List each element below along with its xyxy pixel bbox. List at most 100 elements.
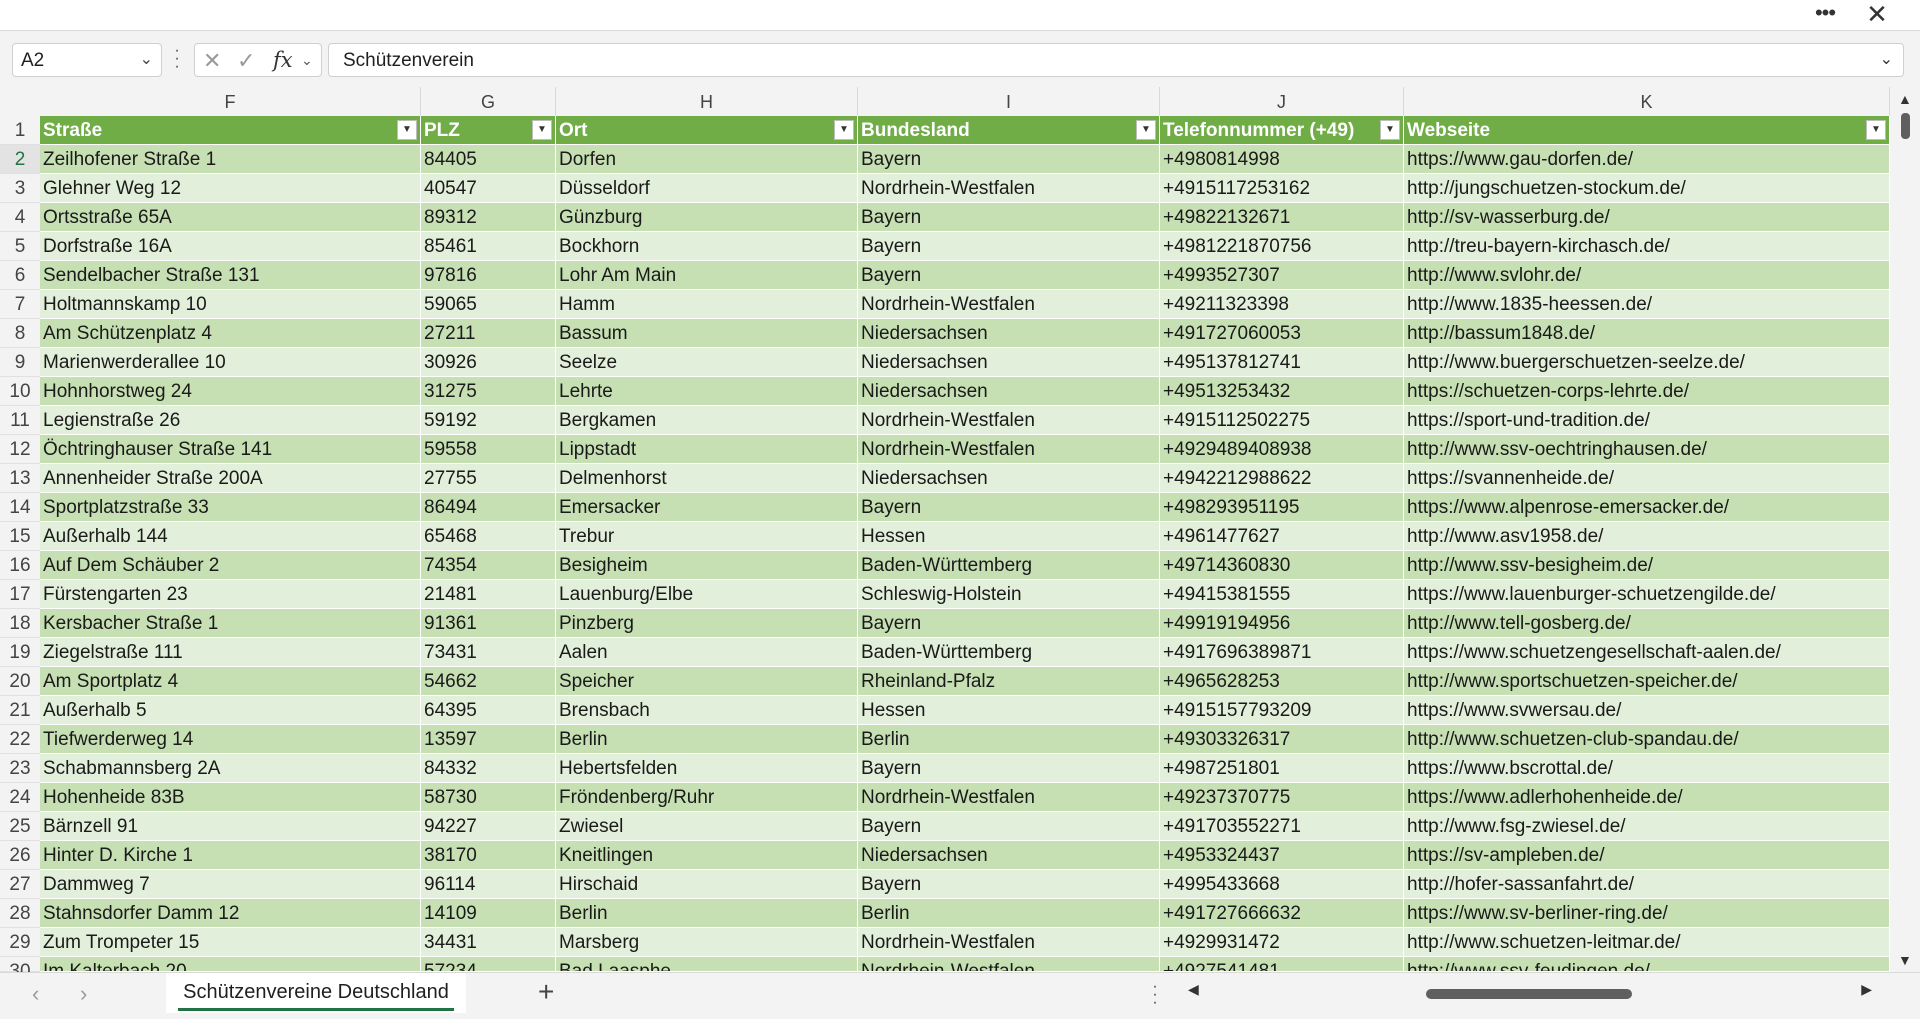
table-cell[interactable]: +4942212988622 (1160, 464, 1404, 493)
table-cell[interactable]: 84405 (421, 145, 556, 174)
table-cell[interactable]: https://www.gau-dorfen.de/ (1404, 145, 1890, 174)
vertical-scrollbar[interactable]: ▲ ▼ (1890, 87, 1920, 972)
checkmark-icon[interactable]: ✓ (237, 48, 255, 74)
row-header[interactable]: 29 (0, 928, 40, 957)
row-header[interactable]: 25 (0, 812, 40, 841)
table-cell[interactable]: Rheinland-Pfalz (858, 667, 1160, 696)
table-cell[interactable]: +4915117253162 (1160, 174, 1404, 203)
table-cell[interactable]: +4915112502275 (1160, 406, 1404, 435)
table-cell[interactable]: http://treu-bayern-kirchasch.de/ (1404, 232, 1890, 261)
row-header[interactable]: 26 (0, 841, 40, 870)
table-cell[interactable]: http://hofer-sassanfahrt.de/ (1404, 870, 1890, 899)
table-cell[interactable]: Bockhorn (556, 232, 858, 261)
table-cell[interactable]: +4987251801 (1160, 754, 1404, 783)
table-cell[interactable]: +49237370775 (1160, 783, 1404, 812)
table-cell[interactable]: Ziegelstraße 111 (40, 638, 421, 667)
table-cell[interactable]: Berlin (556, 899, 858, 928)
table-cell[interactable]: https://sv-ampleben.de/ (1404, 841, 1890, 870)
table-cell[interactable]: Niedersachsen (858, 841, 1160, 870)
table-cell[interactable]: +4953324437 (1160, 841, 1404, 870)
table-cell[interactable]: 30926 (421, 348, 556, 377)
table-cell[interactable]: Dorfstraße 16A (40, 232, 421, 261)
row-header[interactable]: 11 (0, 406, 40, 435)
table-cell[interactable]: Nordrhein-Westfalen (858, 174, 1160, 203)
table-cell[interactable]: +4915157793209 (1160, 696, 1404, 725)
table-cell[interactable]: Düsseldorf (556, 174, 858, 203)
table-header-cell[interactable]: Webseite ▼ (1404, 116, 1890, 145)
table-cell[interactable]: Dammweg 7 (40, 870, 421, 899)
table-cell[interactable]: Niedersachsen (858, 377, 1160, 406)
row-header[interactable]: 1 (0, 116, 40, 145)
row-header[interactable]: 7 (0, 290, 40, 319)
vertical-dots-icon[interactable]: · · · (1150, 979, 1160, 1011)
table-cell[interactable]: Dorfen (556, 145, 858, 174)
table-cell[interactable]: http://bassum1848.de/ (1404, 319, 1890, 348)
table-cell[interactable]: https://www.bscrottal.de/ (1404, 754, 1890, 783)
table-cell[interactable]: Berlin (858, 899, 1160, 928)
table-cell[interactable]: http://www.ssv-feudingen.de/ (1404, 957, 1890, 972)
table-cell[interactable]: Hirschaid (556, 870, 858, 899)
table-cell[interactable]: Emersacker (556, 493, 858, 522)
table-cell[interactable]: Außerhalb 144 (40, 522, 421, 551)
sheet-tab-active[interactable]: Schützenvereine Deutschland (166, 973, 466, 1013)
table-cell[interactable]: Nordrhein-Westfalen (858, 406, 1160, 435)
table-cell[interactable]: 89312 (421, 203, 556, 232)
row-header[interactable]: 24 (0, 783, 40, 812)
row-header[interactable]: 28 (0, 899, 40, 928)
scroll-up-icon[interactable]: ▲ (1898, 91, 1912, 107)
table-cell[interactable]: Bergkamen (556, 406, 858, 435)
table-cell[interactable]: Legienstraße 26 (40, 406, 421, 435)
table-cell[interactable]: +4965628253 (1160, 667, 1404, 696)
table-cell[interactable]: Marienwerderallee 10 (40, 348, 421, 377)
table-cell[interactable]: +491727060053 (1160, 319, 1404, 348)
table-cell[interactable]: Lehrte (556, 377, 858, 406)
table-cell[interactable]: Bayern (858, 870, 1160, 899)
table-cell[interactable]: +4929931472 (1160, 928, 1404, 957)
table-cell[interactable]: Annenheider Straße 200A (40, 464, 421, 493)
table-cell[interactable]: Pinzberg (556, 609, 858, 638)
table-cell[interactable]: https://www.adlerhohenheide.de/ (1404, 783, 1890, 812)
table-cell[interactable]: Nordrhein-Westfalen (858, 783, 1160, 812)
table-cell[interactable]: Niedersachsen (858, 464, 1160, 493)
select-all-corner[interactable] (0, 87, 41, 116)
table-cell[interactable]: Besigheim (556, 551, 858, 580)
table-cell[interactable]: Schleswig-Holstein (858, 580, 1160, 609)
table-cell[interactable]: https://www.sv-berliner-ring.de/ (1404, 899, 1890, 928)
table-cell[interactable]: http://www.ssv-oechtringhausen.de/ (1404, 435, 1890, 464)
table-cell[interactable]: 65468 (421, 522, 556, 551)
scroll-left-icon[interactable]: ◀ (1188, 981, 1199, 998)
table-cell[interactable]: 13597 (421, 725, 556, 754)
row-header[interactable]: 17 (0, 580, 40, 609)
column-header[interactable]: J (1160, 87, 1404, 116)
table-cell[interactable]: 34431 (421, 928, 556, 957)
table-cell[interactable]: Im Kalterbach 20 (40, 957, 421, 972)
table-header-cell[interactable]: Ort ▼ (556, 116, 858, 145)
table-cell[interactable]: Nordrhein-Westfalen (858, 290, 1160, 319)
table-cell[interactable]: 40547 (421, 174, 556, 203)
table-cell[interactable]: 91361 (421, 609, 556, 638)
column-header[interactable]: K (1404, 87, 1890, 116)
table-cell[interactable]: Hessen (858, 696, 1160, 725)
table-cell[interactable]: +495137812741 (1160, 348, 1404, 377)
table-cell[interactable]: https://sport-und-tradition.de/ (1404, 406, 1890, 435)
table-header-cell[interactable]: Bundesland ▼ (858, 116, 1160, 145)
table-cell[interactable]: http://www.svlohr.de/ (1404, 261, 1890, 290)
table-cell[interactable]: 94227 (421, 812, 556, 841)
row-header[interactable]: 3 (0, 174, 40, 203)
table-cell[interactable]: http://www.fsg-zwiesel.de/ (1404, 812, 1890, 841)
table-cell[interactable]: 57234 (421, 957, 556, 972)
table-cell[interactable]: Tiefwerderweg 14 (40, 725, 421, 754)
table-cell[interactable]: Bassum (556, 319, 858, 348)
table-cell[interactable]: Bad Laasphe (556, 957, 858, 972)
table-cell[interactable]: Am Schützenplatz 4 (40, 319, 421, 348)
table-cell[interactable]: Außerhalb 5 (40, 696, 421, 725)
filter-dropdown-icon[interactable]: ▼ (1136, 120, 1156, 140)
table-cell[interactable]: Nordrhein-Westfalen (858, 957, 1160, 972)
row-header[interactable]: 14 (0, 493, 40, 522)
vertical-dots-icon[interactable]: · · · (172, 43, 182, 75)
table-header-cell[interactable]: Straße ▼ (40, 116, 421, 145)
table-cell[interactable]: Niedersachsen (858, 348, 1160, 377)
table-cell[interactable]: https://svannenheide.de/ (1404, 464, 1890, 493)
horizontal-scrollbar[interactable]: ◀ ▶ (1180, 979, 1880, 1009)
column-header[interactable]: I (858, 87, 1160, 116)
